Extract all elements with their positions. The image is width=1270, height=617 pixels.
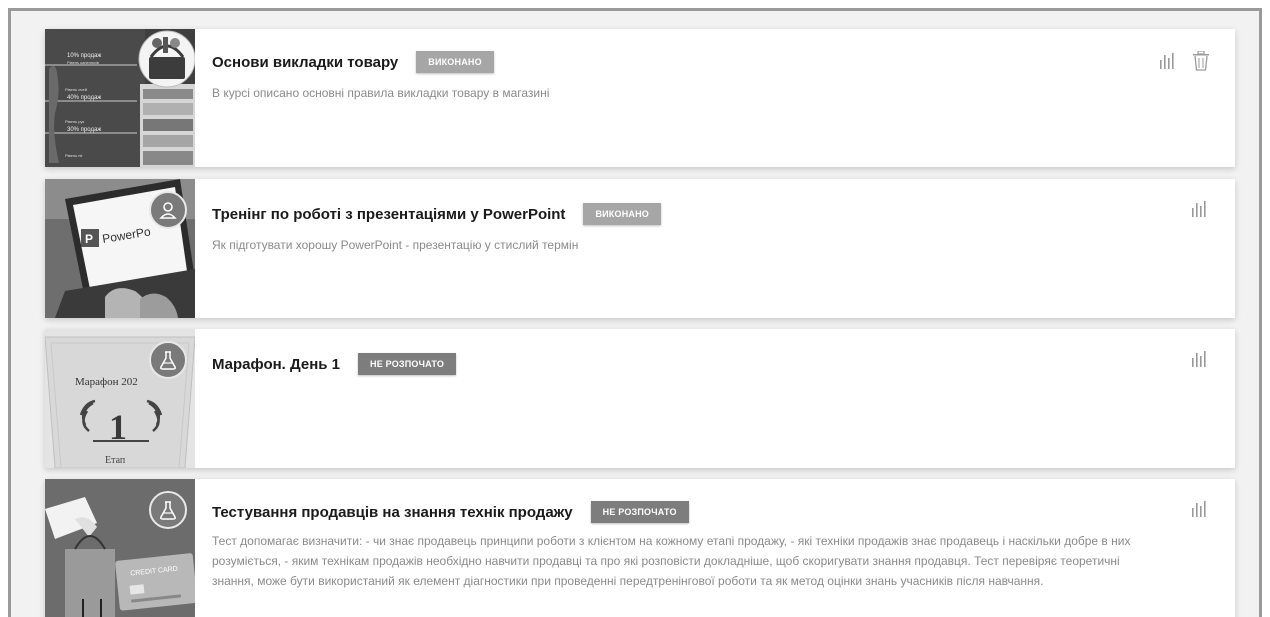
course-title-row: Тренінг по роботі з презентаціями у Powe… xyxy=(212,203,1125,225)
course-title-row: Основи викладки товару ВИКОНАНО xyxy=(212,51,1125,73)
course-actions xyxy=(1159,51,1209,71)
thumb-label: Рівень очей xyxy=(65,87,87,92)
course-card[interactable]: Марафон 202 1 Етап Марафон. День 1 НЕ РО… xyxy=(45,329,1235,468)
course-actions xyxy=(1191,501,1209,517)
status-badge: НЕ РОЗПОЧАТО xyxy=(358,353,457,375)
thumb-label: Етап xyxy=(105,455,126,466)
course-thumbnail: CREDIT CARD xyxy=(45,479,195,617)
thumb-label: 30% продаж xyxy=(67,127,101,133)
user-icon xyxy=(149,191,187,229)
status-badge: ВИКОНАНО xyxy=(583,203,661,225)
flask-icon xyxy=(149,491,187,529)
thumb-label: Рівень капелюхів xyxy=(67,60,99,65)
thumb-label: 40% продаж xyxy=(67,95,101,101)
course-title-row: Марафон. День 1 НЕ РОЗПОЧАТО xyxy=(212,353,1125,375)
thumb-label: Рівень ніг xyxy=(65,153,83,158)
status-badge: НЕ РОЗПОЧАТО xyxy=(590,501,689,523)
course-actions xyxy=(1191,351,1209,367)
stats-icon[interactable] xyxy=(1191,351,1209,367)
course-title[interactable]: Марафон. День 1 xyxy=(212,356,340,373)
course-description: В курсі описано основні правила викладки… xyxy=(212,86,550,100)
course-list-panel: 10% продаж Рівень капелюхів Рівень очей … xyxy=(8,8,1262,617)
thumb-label: Марафон 202 xyxy=(75,376,138,388)
trash-icon[interactable] xyxy=(1193,51,1209,71)
course-card[interactable]: 10% продаж Рівень капелюхів Рівень очей … xyxy=(45,29,1235,167)
course-title[interactable]: Тренінг по роботі з презентаціями у Powe… xyxy=(212,206,565,223)
course-card[interactable]: P PowerPo Тренінг по роботі з презентаці… xyxy=(45,179,1235,318)
stats-icon[interactable] xyxy=(1191,201,1209,217)
course-description: Тест допомагає визначити: - чи знає прод… xyxy=(212,534,1131,588)
course-body: Марафон. День 1 НЕ РОЗПОЧАТО xyxy=(212,353,1125,375)
stats-icon[interactable] xyxy=(1191,501,1209,517)
course-body: Основи викладки товару ВИКОНАНО В курсі … xyxy=(212,51,1125,103)
course-title[interactable]: Тестування продавців на знання технік пр… xyxy=(212,504,573,521)
course-thumbnail: Марафон 202 1 Етап xyxy=(45,329,195,468)
course-thumbnail: 10% продаж Рівень капелюхів Рівень очей … xyxy=(45,29,195,167)
course-actions xyxy=(1191,201,1209,217)
course-title-row: Тестування продавців на знання технік пр… xyxy=(212,501,1125,523)
thumb-label: Рівень рук xyxy=(65,119,84,124)
course-card[interactable]: CREDIT CARD Тестування продавців на знан… xyxy=(45,479,1235,617)
course-body: Тренінг по роботі з презентаціями у Powe… xyxy=(212,203,1125,255)
course-body: Тестування продавців на знання технік пр… xyxy=(212,501,1130,591)
stats-icon[interactable] xyxy=(1159,53,1177,69)
thumb-label: 10% продаж xyxy=(67,53,101,59)
svg-text:P: P xyxy=(85,232,93,246)
flask-icon xyxy=(149,341,187,379)
course-thumbnail: P PowerPo xyxy=(45,179,195,318)
status-badge: ВИКОНАНО xyxy=(416,51,494,73)
course-title[interactable]: Основи викладки товару xyxy=(212,54,398,71)
course-description: Як підготувати хорошу PowerPoint - презе… xyxy=(212,238,579,252)
